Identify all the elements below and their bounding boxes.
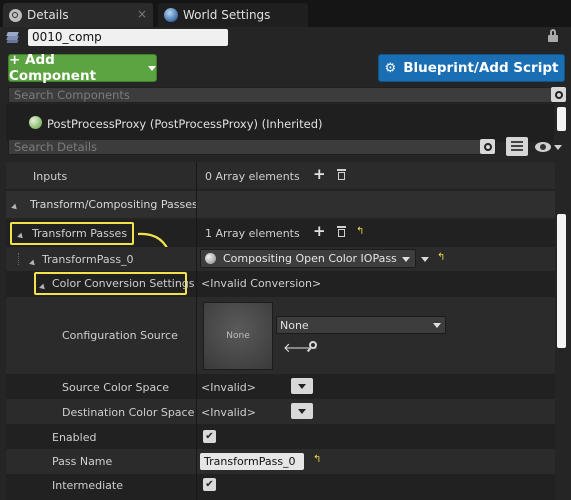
pass-name-label: Pass Name — [52, 455, 113, 468]
source-cs-value: <Invalid> — [201, 381, 256, 394]
transform-passes-value: 1 Array elements — [205, 227, 300, 240]
dest-cs-label: Destination Color Space — [62, 406, 195, 419]
trash-pass-icon[interactable] — [337, 226, 346, 237]
intermediate-checkbox[interactable]: ✔ — [203, 478, 216, 491]
actor-name-field[interactable]: 0010_comp — [28, 29, 228, 46]
inputs-label: Inputs — [33, 170, 68, 183]
asset-thumbnail[interactable]: None — [203, 302, 273, 370]
add-component-button[interactable]: + Add Component — [8, 52, 157, 84]
dest-cs-dropdown[interactable] — [291, 403, 313, 419]
inputs-value: 0 Array elements — [205, 170, 300, 183]
add-pass-icon[interactable]: + — [313, 224, 326, 239]
tree-line — [18, 253, 29, 265]
reset-arrow-icon[interactable]: ↰ — [356, 226, 364, 237]
pass-name-input[interactable]: TransformPass_0 — [200, 453, 304, 470]
search-details-icon[interactable] — [480, 139, 495, 154]
dropdown-arrow-icon — [148, 65, 156, 71]
actor-layers-icon — [6, 31, 20, 44]
pass-class-dropdown[interactable]: Compositing Open Color IOPass — [200, 249, 416, 268]
details-scrollbar[interactable] — [557, 214, 566, 348]
tab-world-settings-label: World Settings — [183, 8, 271, 22]
details-icon — [9, 8, 22, 22]
config-source-dropdown[interactable]: None — [276, 316, 446, 334]
search-components-input[interactable]: Search Components — [8, 87, 556, 103]
pass-class-icon — [205, 253, 216, 264]
intermediate-label: Intermediate — [52, 479, 123, 492]
add-component-label: + Add Component — [9, 52, 97, 84]
enabled-checkbox[interactable]: ✔ — [203, 430, 216, 443]
close-icon[interactable]: × — [137, 7, 147, 21]
blueprint-add-script-button[interactable]: ⚙ Blueprint/Add Script — [378, 54, 565, 82]
source-cs-label: Source Color Space — [62, 381, 170, 394]
tab-world-settings[interactable]: World Settings — [158, 3, 308, 27]
config-source-label: Configuration Source — [62, 329, 178, 342]
component-list-item[interactable]: PostProcessProxy (PostProcessProxy) (Inh… — [47, 117, 322, 131]
dest-cs-chevron-icon — [298, 408, 306, 414]
browse-search-icon[interactable] — [306, 341, 319, 353]
search-details-input[interactable]: Search Details — [8, 139, 496, 155]
add-element-icon[interactable]: + — [313, 167, 326, 182]
component-icon — [29, 116, 42, 129]
pass-reset-icon[interactable]: ↰ — [437, 252, 445, 263]
pass-options-arrow-icon[interactable] — [421, 257, 429, 262]
source-cs-chevron-icon — [298, 383, 306, 389]
column-divider[interactable] — [196, 162, 197, 500]
lock-icon[interactable] — [548, 29, 560, 43]
category-label: Transform/Compositing Passes — [30, 198, 198, 211]
transform-pass0-label: TransformPass_0 — [42, 253, 134, 266]
tab-details-label: Details — [27, 8, 69, 22]
gears-icon: ⚙ — [384, 60, 397, 76]
trash-icon[interactable] — [337, 169, 346, 180]
enabled-label: Enabled — [52, 431, 97, 444]
color-conversion-label: Color Conversion Settings — [52, 277, 195, 290]
color-conversion-value: <Invalid Conversion> — [201, 277, 322, 290]
globe-icon — [164, 8, 178, 22]
eye-icon[interactable] — [535, 140, 562, 154]
tab-details[interactable]: Details × — [3, 3, 153, 27]
blueprint-label: Blueprint/Add Script — [403, 60, 559, 76]
pass-class-text: Compositing Open Color IOPass — [223, 252, 397, 265]
chevron-down-icon — [402, 257, 410, 262]
expand-arrow-icon[interactable] — [11, 200, 19, 213]
thumbnail-text: None — [226, 331, 250, 341]
config-source-value: None — [280, 319, 309, 332]
search-icon[interactable] — [551, 87, 566, 102]
transform-pass0-arrow-icon[interactable] — [29, 256, 37, 269]
source-cs-dropdown[interactable] — [291, 378, 313, 394]
dest-cs-value: <Invalid> — [201, 406, 256, 419]
component-scrollbar[interactable] — [557, 107, 566, 131]
transform-passes-label: Transform Passes — [32, 227, 128, 240]
property-matrix-icon[interactable] — [506, 137, 528, 156]
pass-name-reset-icon[interactable]: ↰ — [313, 454, 321, 465]
config-chevron-icon — [433, 323, 441, 328]
